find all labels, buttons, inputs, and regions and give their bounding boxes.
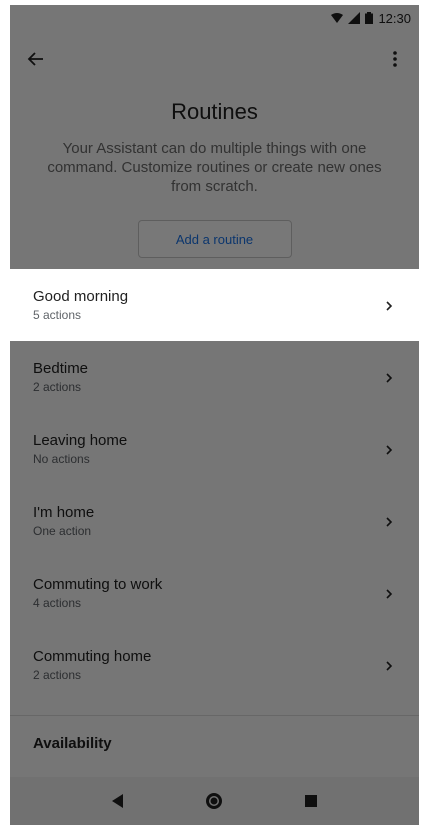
chevron-right-icon bbox=[383, 659, 395, 671]
status-bar: 12:30 bbox=[10, 5, 419, 31]
routine-item-im-home[interactable]: I'm home One action bbox=[10, 485, 419, 557]
routines-list: Good morning 5 actions Bedtime 2 actions… bbox=[10, 269, 419, 701]
arrow-back-icon[interactable] bbox=[24, 47, 48, 71]
back-triangle-icon[interactable] bbox=[108, 791, 128, 811]
routine-item-commuting-home[interactable]: Commuting home 2 actions bbox=[10, 629, 419, 701]
routines-header: Routines Your Assistant can do multiple … bbox=[10, 95, 419, 196]
chevron-right-icon bbox=[383, 443, 395, 455]
routine-name: Commuting to work bbox=[33, 575, 163, 593]
routine-item-bedtime[interactable]: Bedtime 2 actions bbox=[10, 341, 419, 413]
wifi-icon bbox=[331, 12, 344, 24]
routine-name: Commuting home bbox=[33, 647, 152, 665]
signal-icon bbox=[348, 12, 361, 24]
routine-action-count: One action bbox=[33, 523, 92, 538]
routine-action-count: 2 actions bbox=[33, 379, 82, 394]
routine-action-count: 4 actions bbox=[33, 595, 82, 610]
page-title: Routines bbox=[171, 99, 258, 124]
chevron-right-icon bbox=[383, 515, 395, 527]
page-description: Your Assistant can do multiple things wi… bbox=[47, 140, 382, 195]
status-time: 12:30 bbox=[378, 10, 411, 26]
add-routine-button[interactable]: Add a routine bbox=[137, 220, 292, 258]
routine-item-leaving-home[interactable]: Leaving home No actions bbox=[10, 413, 419, 485]
routine-name: Leaving home bbox=[33, 431, 128, 449]
availability-heading: Availability bbox=[33, 735, 112, 752]
section-divider bbox=[10, 715, 419, 716]
battery-icon bbox=[365, 12, 374, 24]
recents-square-icon[interactable] bbox=[301, 791, 321, 811]
more-vert-icon[interactable] bbox=[383, 47, 407, 71]
routine-name: Good morning bbox=[33, 287, 129, 305]
system-nav-bar bbox=[10, 777, 419, 825]
routine-item-good-morning[interactable]: Good morning 5 actions bbox=[10, 269, 419, 341]
app-bar bbox=[10, 31, 419, 87]
chevron-right-icon bbox=[383, 299, 395, 311]
routine-name: I'm home bbox=[33, 503, 95, 521]
phone-screen: 12:30 Routines Your Assistant can do mul… bbox=[10, 5, 419, 825]
home-circle-icon[interactable] bbox=[204, 791, 224, 811]
chevron-right-icon bbox=[383, 371, 395, 383]
routine-name: Bedtime bbox=[33, 359, 89, 377]
chevron-right-icon bbox=[383, 587, 395, 599]
routine-action-count: 5 actions bbox=[33, 307, 82, 322]
routine-action-count: 2 actions bbox=[33, 667, 82, 682]
routine-item-commuting-to-work[interactable]: Commuting to work 4 actions bbox=[10, 557, 419, 629]
routine-action-count: No actions bbox=[33, 451, 90, 466]
